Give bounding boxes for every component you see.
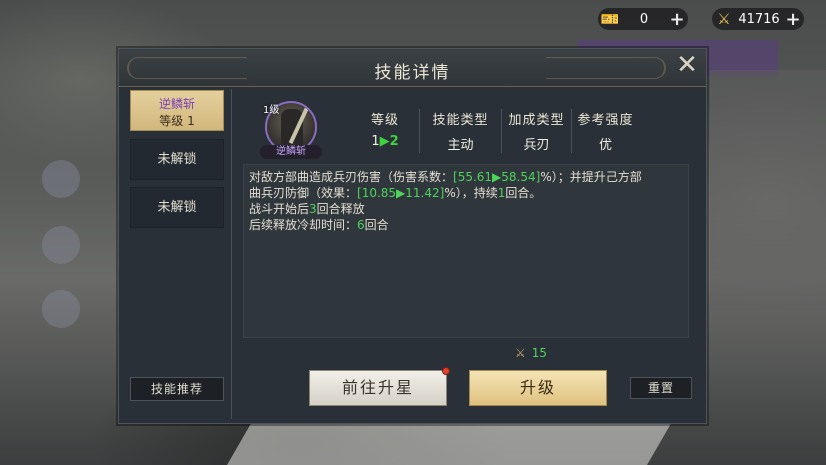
skill-icon-level: 1级 <box>263 105 280 116</box>
desc-text: 对敌方部曲造成兵刃伤害（伤害系数： <box>249 170 454 184</box>
description-line: 后续释放冷却时间：6回合 <box>249 217 683 233</box>
desc-text: 回合 <box>364 218 389 232</box>
description-line: 对敌方部曲造成兵刃伤害（伤害系数：[55.61▶58.54]%）；并提升己方部 <box>249 169 683 185</box>
stat-header: 技能类型 <box>432 113 489 128</box>
ticket-icon: 🎫 <box>600 10 620 28</box>
resource-ticket: 🎫 0 + <box>598 8 688 30</box>
cost-value: 15 <box>531 346 548 360</box>
stat-value: 优 <box>598 138 612 153</box>
resource-sword-scroll: ⚔ 41716 + <box>712 8 804 30</box>
add-resource-button[interactable]: + <box>666 8 688 30</box>
desc-value: [10.85▶11.42] <box>357 186 445 200</box>
desc-value: 3 <box>309 202 317 216</box>
desc-text: 后续释放冷却时间： <box>249 218 358 232</box>
desc-value: [55.61▶58.54] <box>453 170 541 184</box>
add-resource-button[interactable]: + <box>782 8 804 30</box>
stat-skill-type: 技能类型 主动 <box>419 109 501 153</box>
resource-value: 0 <box>639 11 649 27</box>
desc-text: 战斗开始后 <box>249 202 310 216</box>
dialog-title: 技能详情 <box>374 63 451 83</box>
level-from: 1 <box>371 134 380 149</box>
upgrade-cost: ⚔ 15 <box>515 346 547 360</box>
stat-reference-strength: 参考强度 优 <box>571 109 639 153</box>
stat-bonus-type: 加成类型 兵刃 <box>501 109 571 153</box>
stat-value: 主动 <box>447 138 474 153</box>
level-to: 2 <box>389 134 399 149</box>
stat-header: 加成类型 <box>508 113 565 128</box>
skill-recommend-button[interactable]: 技能推荐 <box>130 377 224 401</box>
skill-tab-name: 逆鳞斩 <box>158 97 195 111</box>
go-star-up-button[interactable]: 前往升星 <box>309 367 450 406</box>
desc-value: 6 <box>357 218 365 232</box>
reset-button[interactable]: 重置 <box>630 377 692 399</box>
skill-description: 对敌方部曲造成兵刃伤害（伤害系数：[55.61▶58.54]%）；并提升己方部 … <box>243 164 689 338</box>
skill-list: 逆鳞斩 等级 1 未解锁 未解锁 技能推荐 <box>127 89 229 419</box>
close-icon[interactable]: ✕ <box>674 52 700 79</box>
resource-value: 41716 <box>738 11 780 27</box>
skill-detail-dialog: 技能详情 ✕ 逆鳞斩 等级 1 未解锁 未解锁 技能推荐 1级 逆鳞斩 等级 1… <box>118 48 707 424</box>
dialog-titlebar: 技能详情 ✕ <box>119 49 706 87</box>
description-line: 曲兵刃防御（效果：[10.85▶11.42]%），持续1回合。 <box>249 185 683 201</box>
skill-tab-selected[interactable]: 逆鳞斩 等级 1 <box>130 90 224 131</box>
skill-tab-locked[interactable]: 未解锁 <box>130 139 224 180</box>
stat-header: 参考强度 <box>577 113 634 128</box>
sword-scroll-icon: ⚔ <box>515 346 526 360</box>
upgrade-button[interactable]: 升级 <box>469 370 607 406</box>
column-divider <box>231 89 232 419</box>
notification-dot <box>442 367 450 375</box>
desc-text: %），持续 <box>444 186 498 200</box>
background-floor <box>227 420 673 465</box>
background-panel <box>710 70 826 310</box>
stat-level: 等级 1▶2 <box>351 109 419 153</box>
stat-header: 等级 <box>370 113 399 128</box>
skill-tab-level: 等级 1 <box>159 114 195 128</box>
skill-tab-locked[interactable]: 未解锁 <box>130 187 224 228</box>
desc-text: 回合释放 <box>316 202 365 216</box>
button-label: 前往升星 <box>341 378 414 397</box>
skill-stats: 等级 1▶2 技能类型 主动 加成类型 兵刃 参考强度 优 <box>351 109 639 153</box>
description-line: 战斗开始后3回合释放 <box>249 201 683 217</box>
background-avatar <box>42 160 80 198</box>
stat-value: 兵刃 <box>523 138 550 153</box>
background-avatar <box>42 290 80 328</box>
arrow-right-icon: ▶ <box>379 134 390 149</box>
sword-scroll-icon: ⚔ <box>717 10 731 28</box>
stat-value: 1▶2 <box>351 134 419 149</box>
desc-text: 回合。 <box>505 186 542 200</box>
desc-text: 曲兵刃防御（效果： <box>249 186 358 200</box>
desc-text: %）；并提升己方部 <box>540 170 642 184</box>
background-avatar <box>42 226 80 264</box>
skill-icon-name: 逆鳞斩 <box>260 145 322 159</box>
